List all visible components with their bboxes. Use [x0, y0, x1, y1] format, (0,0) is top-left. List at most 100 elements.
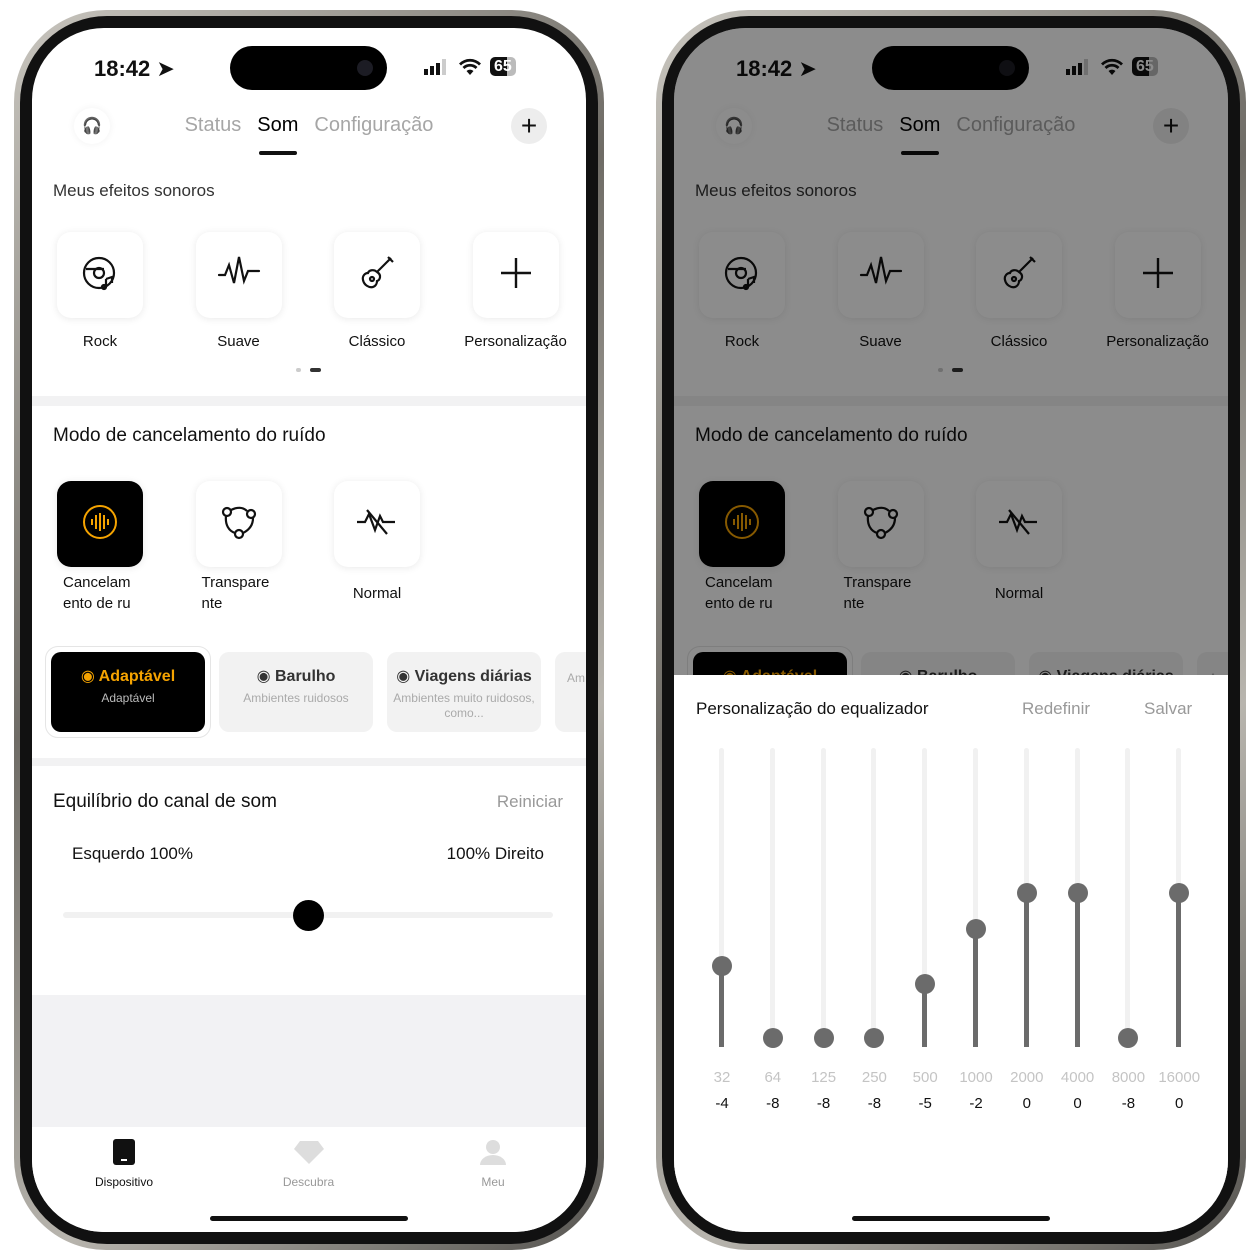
effect-personalização-button[interactable] — [472, 232, 559, 318]
eq-slider-handle[interactable] — [1118, 1028, 1139, 1049]
noise-mode-button[interactable] — [334, 481, 420, 567]
plus-icon — [498, 255, 534, 296]
tabbar-label: Dispositivo — [94, 1175, 154, 1189]
scene-title: Barulho — [274, 668, 336, 685]
eq-slider-fill — [1176, 893, 1182, 1047]
eq-slider-handle[interactable] — [813, 1028, 834, 1049]
effect-label: Rock — [82, 333, 118, 350]
section-title: Meus efeitos sonoros — [53, 181, 215, 200]
tab-status[interactable]: Status — [185, 114, 242, 137]
equalizer-sheet: Personalização do equalizador Redefinir Sa… — [674, 675, 1228, 1232]
dynamic-island — [230, 46, 387, 90]
eq-frequency: 8000 — [1111, 1069, 1146, 1086]
tabbar-label: Descubra — [282, 1175, 335, 1189]
eq-frequency: 250 — [861, 1069, 887, 1086]
eq-value: -4 — [715, 1095, 729, 1112]
eq-value: -5 — [918, 1095, 932, 1112]
eq-slider-fill — [973, 929, 978, 1047]
eq-slider-handle[interactable] — [1169, 883, 1190, 903]
effect-suave-button[interactable] — [195, 232, 282, 318]
scene-button[interactable]: Am co — [555, 652, 586, 732]
anc-icon — [80, 502, 120, 547]
page-dot[interactable] — [296, 368, 301, 372]
empty-area — [32, 995, 586, 1127]
screen: 18:42 ➤ 65 🎧 Status Som Configuração + Meus ef… — [674, 28, 1228, 1232]
eq-slider-track[interactable] — [820, 748, 826, 1047]
guitar-icon — [357, 253, 397, 298]
add-button[interactable]: + — [511, 108, 547, 144]
effect-rock-button[interactable] — [57, 232, 143, 318]
eq-value: -8 — [766, 1095, 780, 1112]
scene-subtitle: Am co — [567, 671, 586, 685]
eq-slider-fill — [1074, 893, 1080, 1047]
phone-left: 18:42 ➤ 65 🎧 Status Som Configuração + Meus ef… — [14, 10, 604, 1250]
balance-slider-handle[interactable] — [293, 900, 324, 931]
eq-slider-handle[interactable] — [712, 955, 732, 976]
tab-underline — [259, 151, 297, 155]
eq-value: -8 — [816, 1095, 831, 1112]
scene-button[interactable]: ◉ Barulho Ambientes ruidosos — [219, 652, 373, 732]
tab-som[interactable]: Som — [257, 114, 298, 137]
sound-wave-icon: ◉ — [396, 668, 411, 685]
eq-frequency: 2000 — [1010, 1069, 1044, 1086]
sheet-title: Personalização do equalizador — [696, 699, 929, 718]
battery-icon: 65 — [490, 57, 516, 76]
eq-frequency: 4000 — [1060, 1069, 1095, 1086]
noise-mode-button[interactable] — [57, 481, 143, 567]
eq-frequency: 125 — [811, 1069, 837, 1086]
tabbar-dispositivo[interactable]: Dispositivo — [64, 1137, 184, 1189]
eq-slider-track[interactable] — [1125, 748, 1131, 1047]
screen: 18:42 ➤ 65 🎧 Status Som Configuração + Meus ef… — [32, 28, 586, 1232]
wifi-icon — [459, 58, 481, 75]
status-icons: 65 — [424, 57, 516, 76]
location-arrow-icon: ➤ — [156, 56, 175, 81]
tabbar-descubra[interactable]: Descubra — [249, 1137, 369, 1189]
effect-label: Clássico — [348, 333, 406, 350]
section-title: Modo de cancelamento do ruído — [53, 425, 326, 446]
effect-label: Personalização — [464, 333, 567, 350]
device-icon — [113, 1139, 135, 1165]
eq-slider-fill — [719, 965, 724, 1047]
eq-value: 0 — [1175, 1095, 1184, 1112]
status-time: 18:42 ➤ — [94, 56, 175, 81]
tab-configuração[interactable]: Configuração — [314, 114, 433, 137]
eq-slider-track[interactable] — [769, 748, 775, 1047]
save-eq-button[interactable]: Salvar — [1144, 699, 1192, 719]
reset-balance-button[interactable]: Reiniciar — [497, 792, 563, 812]
normal-icon — [355, 502, 399, 547]
eq-slider-track[interactable] — [871, 748, 877, 1047]
section-title: Equilíbrio do canal de som — [53, 791, 277, 812]
phone-right: 18:42 ➤ 65 🎧 Status Som Configuração + Meus ef… — [656, 10, 1246, 1250]
eq-slider-handle[interactable] — [1067, 883, 1088, 903]
scene-subtitle: Ambientes ruidosos — [243, 691, 349, 705]
home-indicator[interactable] — [852, 1216, 1050, 1221]
scene-button[interactable]: ◉ Viagens diárias Ambientes muito ruidoso… — [387, 652, 541, 732]
eq-frequency: 32 — [713, 1069, 731, 1086]
eq-value: 0 — [1073, 1095, 1082, 1112]
tabbar-meu[interactable]: Meu — [433, 1137, 553, 1189]
effect-clássico-button[interactable] — [334, 232, 420, 318]
eq-frequency: 1000 — [959, 1069, 993, 1086]
eq-value: -2 — [969, 1095, 983, 1112]
page-dot-active[interactable] — [310, 368, 321, 372]
divider — [32, 396, 586, 406]
eq-slider-fill — [1023, 893, 1029, 1047]
noise-mode-label: Cancelam ento de ru — [63, 574, 131, 612]
eq-slider-handle[interactable] — [762, 1028, 783, 1049]
eq-slider-handle[interactable] — [864, 1028, 885, 1049]
left-label: Esquerdo 100% — [72, 844, 193, 863]
noise-mode-label: Normal — [352, 585, 402, 602]
eq-slider-handle[interactable] — [915, 973, 936, 994]
noise-mode-button[interactable] — [195, 481, 282, 567]
eq-frequency: 500 — [912, 1069, 938, 1086]
eq-slider-handle[interactable] — [1016, 883, 1037, 903]
home-indicator[interactable] — [210, 1216, 408, 1221]
reset-eq-button[interactable]: Redefinir — [1022, 699, 1090, 719]
noise-mode-label: Transpare nte — [201, 574, 270, 612]
eq-slider-handle[interactable] — [966, 919, 986, 940]
scene-button[interactable]: ◉ Adaptável Adaptável — [51, 652, 205, 732]
sound-wave-icon: ◉ — [256, 668, 271, 685]
user-icon — [480, 1140, 506, 1165]
plus-icon: + — [520, 110, 538, 141]
scene-title: Viagens diárias — [414, 668, 532, 685]
